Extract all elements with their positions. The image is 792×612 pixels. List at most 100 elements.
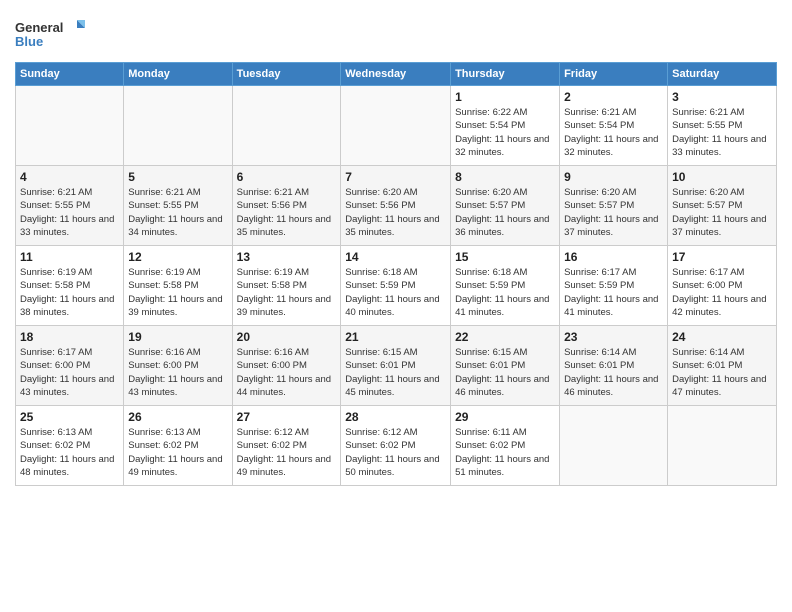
- cell-date: 3: [672, 90, 772, 104]
- cell-info: Sunrise: 6:20 AMSunset: 5:57 PMDaylight:…: [455, 186, 555, 239]
- calendar-cell: 26 Sunrise: 6:13 AMSunset: 6:02 PMDaylig…: [124, 406, 232, 486]
- calendar-cell: 16 Sunrise: 6:17 AMSunset: 5:59 PMDaylig…: [560, 246, 668, 326]
- header-day-friday: Friday: [560, 63, 668, 86]
- cell-info: Sunrise: 6:16 AMSunset: 6:00 PMDaylight:…: [237, 346, 337, 399]
- calendar-cell: 28 Sunrise: 6:12 AMSunset: 6:02 PMDaylig…: [341, 406, 451, 486]
- cell-info: Sunrise: 6:21 AMSunset: 5:54 PMDaylight:…: [564, 106, 663, 159]
- cell-info: Sunrise: 6:15 AMSunset: 6:01 PMDaylight:…: [345, 346, 446, 399]
- calendar-header: SundayMondayTuesdayWednesdayThursdayFrid…: [16, 63, 777, 86]
- cell-date: 16: [564, 250, 663, 264]
- cell-info: Sunrise: 6:20 AMSunset: 5:57 PMDaylight:…: [672, 186, 772, 239]
- cell-date: 2: [564, 90, 663, 104]
- calendar-cell: [560, 406, 668, 486]
- cell-date: 10: [672, 170, 772, 184]
- cell-date: 27: [237, 410, 337, 424]
- cell-info: Sunrise: 6:19 AMSunset: 5:58 PMDaylight:…: [128, 266, 227, 319]
- calendar-cell: 20 Sunrise: 6:16 AMSunset: 6:00 PMDaylig…: [232, 326, 341, 406]
- calendar-table: SundayMondayTuesdayWednesdayThursdayFrid…: [15, 62, 777, 486]
- cell-date: 11: [20, 250, 119, 264]
- cell-date: 6: [237, 170, 337, 184]
- logo-svg: General Blue: [15, 16, 85, 54]
- cell-info: Sunrise: 6:11 AMSunset: 6:02 PMDaylight:…: [455, 426, 555, 479]
- calendar-cell: 4 Sunrise: 6:21 AMSunset: 5:55 PMDayligh…: [16, 166, 124, 246]
- header-row: SundayMondayTuesdayWednesdayThursdayFrid…: [16, 63, 777, 86]
- calendar-cell: 18 Sunrise: 6:17 AMSunset: 6:00 PMDaylig…: [16, 326, 124, 406]
- cell-date: 14: [345, 250, 446, 264]
- cell-date: 20: [237, 330, 337, 344]
- header-day-tuesday: Tuesday: [232, 63, 341, 86]
- cell-date: 15: [455, 250, 555, 264]
- header-day-wednesday: Wednesday: [341, 63, 451, 86]
- calendar-cell: [341, 86, 451, 166]
- calendar-cell: 2 Sunrise: 6:21 AMSunset: 5:54 PMDayligh…: [560, 86, 668, 166]
- calendar-cell: [232, 86, 341, 166]
- cell-info: Sunrise: 6:20 AMSunset: 5:57 PMDaylight:…: [564, 186, 663, 239]
- week-row-4: 18 Sunrise: 6:17 AMSunset: 6:00 PMDaylig…: [16, 326, 777, 406]
- cell-date: 24: [672, 330, 772, 344]
- calendar-cell: 5 Sunrise: 6:21 AMSunset: 5:55 PMDayligh…: [124, 166, 232, 246]
- calendar-cell: 25 Sunrise: 6:13 AMSunset: 6:02 PMDaylig…: [16, 406, 124, 486]
- calendar-cell: 27 Sunrise: 6:12 AMSunset: 6:02 PMDaylig…: [232, 406, 341, 486]
- calendar-body: 1 Sunrise: 6:22 AMSunset: 5:54 PMDayligh…: [16, 86, 777, 486]
- cell-info: Sunrise: 6:21 AMSunset: 5:55 PMDaylight:…: [672, 106, 772, 159]
- cell-date: 13: [237, 250, 337, 264]
- cell-info: Sunrise: 6:20 AMSunset: 5:56 PMDaylight:…: [345, 186, 446, 239]
- calendar-cell: 14 Sunrise: 6:18 AMSunset: 5:59 PMDaylig…: [341, 246, 451, 326]
- header-day-saturday: Saturday: [668, 63, 777, 86]
- calendar-cell: 7 Sunrise: 6:20 AMSunset: 5:56 PMDayligh…: [341, 166, 451, 246]
- cell-date: 26: [128, 410, 227, 424]
- cell-date: 1: [455, 90, 555, 104]
- cell-info: Sunrise: 6:13 AMSunset: 6:02 PMDaylight:…: [20, 426, 119, 479]
- cell-date: 18: [20, 330, 119, 344]
- cell-date: 12: [128, 250, 227, 264]
- cell-info: Sunrise: 6:17 AMSunset: 6:00 PMDaylight:…: [20, 346, 119, 399]
- cell-date: 23: [564, 330, 663, 344]
- week-row-2: 4 Sunrise: 6:21 AMSunset: 5:55 PMDayligh…: [16, 166, 777, 246]
- cell-date: 8: [455, 170, 555, 184]
- calendar-cell: 24 Sunrise: 6:14 AMSunset: 6:01 PMDaylig…: [668, 326, 777, 406]
- svg-text:General: General: [15, 20, 63, 35]
- page-header: General Blue: [15, 10, 777, 54]
- calendar-cell: 6 Sunrise: 6:21 AMSunset: 5:56 PMDayligh…: [232, 166, 341, 246]
- cell-info: Sunrise: 6:21 AMSunset: 5:56 PMDaylight:…: [237, 186, 337, 239]
- cell-info: Sunrise: 6:18 AMSunset: 5:59 PMDaylight:…: [345, 266, 446, 319]
- cell-date: 5: [128, 170, 227, 184]
- cell-date: 29: [455, 410, 555, 424]
- calendar-cell: [124, 86, 232, 166]
- cell-info: Sunrise: 6:17 AMSunset: 5:59 PMDaylight:…: [564, 266, 663, 319]
- calendar-cell: [668, 406, 777, 486]
- cell-date: 22: [455, 330, 555, 344]
- cell-date: 19: [128, 330, 227, 344]
- week-row-3: 11 Sunrise: 6:19 AMSunset: 5:58 PMDaylig…: [16, 246, 777, 326]
- calendar-cell: 3 Sunrise: 6:21 AMSunset: 5:55 PMDayligh…: [668, 86, 777, 166]
- week-row-5: 25 Sunrise: 6:13 AMSunset: 6:02 PMDaylig…: [16, 406, 777, 486]
- week-row-1: 1 Sunrise: 6:22 AMSunset: 5:54 PMDayligh…: [16, 86, 777, 166]
- cell-info: Sunrise: 6:21 AMSunset: 5:55 PMDaylight:…: [128, 186, 227, 239]
- cell-info: Sunrise: 6:13 AMSunset: 6:02 PMDaylight:…: [128, 426, 227, 479]
- header-day-sunday: Sunday: [16, 63, 124, 86]
- cell-date: 9: [564, 170, 663, 184]
- cell-info: Sunrise: 6:14 AMSunset: 6:01 PMDaylight:…: [564, 346, 663, 399]
- cell-date: 21: [345, 330, 446, 344]
- cell-info: Sunrise: 6:12 AMSunset: 6:02 PMDaylight:…: [345, 426, 446, 479]
- calendar-cell: [16, 86, 124, 166]
- logo: General Blue: [15, 16, 85, 54]
- calendar-cell: 11 Sunrise: 6:19 AMSunset: 5:58 PMDaylig…: [16, 246, 124, 326]
- cell-date: 7: [345, 170, 446, 184]
- cell-info: Sunrise: 6:14 AMSunset: 6:01 PMDaylight:…: [672, 346, 772, 399]
- svg-text:Blue: Blue: [15, 34, 43, 49]
- header-day-thursday: Thursday: [451, 63, 560, 86]
- cell-date: 17: [672, 250, 772, 264]
- calendar-cell: 1 Sunrise: 6:22 AMSunset: 5:54 PMDayligh…: [451, 86, 560, 166]
- cell-info: Sunrise: 6:21 AMSunset: 5:55 PMDaylight:…: [20, 186, 119, 239]
- cell-info: Sunrise: 6:17 AMSunset: 6:00 PMDaylight:…: [672, 266, 772, 319]
- calendar-cell: 19 Sunrise: 6:16 AMSunset: 6:00 PMDaylig…: [124, 326, 232, 406]
- calendar-cell: 15 Sunrise: 6:18 AMSunset: 5:59 PMDaylig…: [451, 246, 560, 326]
- calendar-cell: 12 Sunrise: 6:19 AMSunset: 5:58 PMDaylig…: [124, 246, 232, 326]
- cell-info: Sunrise: 6:18 AMSunset: 5:59 PMDaylight:…: [455, 266, 555, 319]
- cell-date: 4: [20, 170, 119, 184]
- cell-date: 28: [345, 410, 446, 424]
- header-day-monday: Monday: [124, 63, 232, 86]
- calendar-cell: 13 Sunrise: 6:19 AMSunset: 5:58 PMDaylig…: [232, 246, 341, 326]
- calendar-cell: 29 Sunrise: 6:11 AMSunset: 6:02 PMDaylig…: [451, 406, 560, 486]
